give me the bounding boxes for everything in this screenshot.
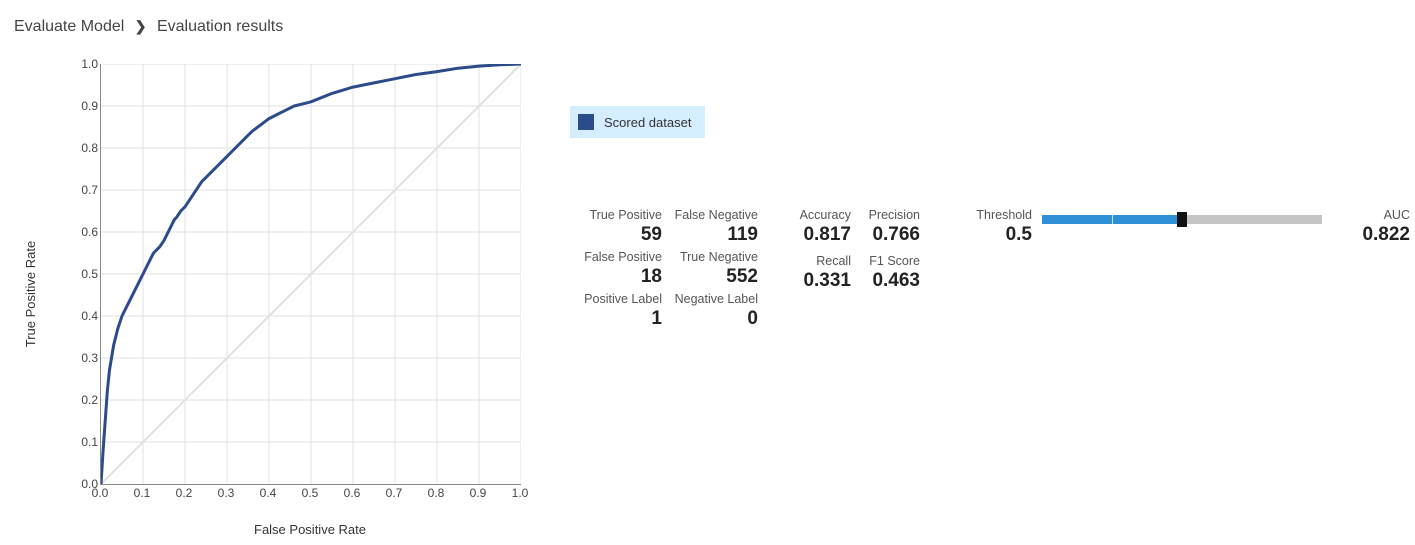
cm-negative-label: Negative Label 0 <box>666 292 758 330</box>
stat-f1-label: F1 Score <box>861 254 920 268</box>
metrics-row: True Positive 59 False Negative 119 Fals… <box>570 208 1410 330</box>
cm-tp-label: True Positive <box>570 208 662 222</box>
cm-pl-value: 1 <box>570 308 662 330</box>
auc-label: AUC <box>1340 208 1410 222</box>
cm-false-positive: False Positive 18 <box>570 250 662 288</box>
y-tick: 0.1 <box>70 435 98 449</box>
y-tick: 0.6 <box>70 225 98 239</box>
x-tick: 0.3 <box>218 486 235 500</box>
cm-tp-value: 59 <box>570 224 662 246</box>
threshold-label: Threshold <box>962 208 1032 222</box>
cm-nl-label: Negative Label <box>666 292 758 306</box>
x-tick: 0.9 <box>470 486 487 500</box>
stat-recall: Recall 0.331 <box>792 254 851 292</box>
cm-tn-value: 552 <box>666 266 758 288</box>
y-tick: 0.2 <box>70 393 98 407</box>
slider-thumb-icon[interactable] <box>1177 212 1187 227</box>
slider-notch <box>1112 215 1113 224</box>
y-tick: 0.3 <box>70 351 98 365</box>
x-tick: 0.2 <box>176 486 193 500</box>
x-axis-label: False Positive Rate <box>100 522 520 537</box>
stat-f1: F1 Score 0.463 <box>861 254 920 292</box>
stat-recall-label: Recall <box>792 254 851 268</box>
breadcrumb-item-evaluate-model[interactable]: Evaluate Model <box>14 18 124 35</box>
y-tick: 0.7 <box>70 183 98 197</box>
cm-nl-value: 0 <box>666 308 758 330</box>
cm-fn-label: False Negative <box>666 208 758 222</box>
stat-recall-value: 0.331 <box>792 270 851 292</box>
chevron-right-icon: ❯ <box>129 18 153 34</box>
legend-scored-dataset[interactable]: Scored dataset <box>570 106 705 138</box>
stat-accuracy-value: 0.817 <box>792 224 851 246</box>
cm-fp-value: 18 <box>570 266 662 288</box>
y-tick: 1.0 <box>70 57 98 71</box>
y-tick: 0.9 <box>70 99 98 113</box>
x-tick: 0.8 <box>428 486 445 500</box>
breadcrumb-item-evaluation-results: Evaluation results <box>157 18 283 35</box>
auc-value: 0.822 <box>1340 224 1410 246</box>
x-tick: 0.0 <box>92 486 109 500</box>
stat-accuracy-label: Accuracy <box>792 208 851 222</box>
auc-readout: AUC 0.822 <box>1340 208 1410 246</box>
x-axis-ticks: 0.00.10.20.30.40.50.60.70.80.91.0 <box>100 486 520 506</box>
x-tick: 0.6 <box>344 486 361 500</box>
threshold-value: 0.5 <box>962 224 1032 246</box>
roc-chart-panel: True Positive Rate 0.0 0.1 0.2 0.3 0.4 0.5 0.6… <box>20 44 540 544</box>
threshold-readout: Threshold 0.5 <box>962 208 1032 246</box>
y-axis-ticks: 0.00.10.20.30.40.50.60.70.80.91.0 <box>70 64 98 484</box>
cm-false-negative: False Negative 119 <box>666 208 758 246</box>
cm-tn-label: True Negative <box>666 250 758 264</box>
cm-true-negative: True Negative 552 <box>666 250 758 288</box>
x-tick: 0.4 <box>260 486 277 500</box>
cm-pl-label: Positive Label <box>570 292 662 306</box>
y-tick: 0.8 <box>70 141 98 155</box>
cm-fp-label: False Positive <box>570 250 662 264</box>
stat-accuracy: Accuracy 0.817 <box>792 208 851 246</box>
stat-col-1: Accuracy 0.817 Recall 0.331 <box>792 208 851 300</box>
roc-plot-area <box>100 64 521 485</box>
legend-label: Scored dataset <box>604 115 691 130</box>
y-tick: 0.5 <box>70 267 98 281</box>
breadcrumb: Evaluate Model ❯ Evaluation results <box>0 0 1415 36</box>
cm-fn-value: 119 <box>666 224 758 246</box>
cm-positive-label: Positive Label 1 <box>570 292 662 330</box>
y-axis-label: True Positive Rate <box>23 241 38 347</box>
stat-col-2: Precision 0.766 F1 Score 0.463 <box>861 208 920 300</box>
stat-f1-value: 0.463 <box>861 270 920 292</box>
cm-true-positive: True Positive 59 <box>570 208 662 246</box>
x-tick: 0.5 <box>302 486 319 500</box>
confusion-matrix: True Positive 59 False Negative 119 Fals… <box>570 208 758 330</box>
stat-precision: Precision 0.766 <box>861 208 920 246</box>
stat-precision-label: Precision <box>861 208 920 222</box>
y-tick: 0.4 <box>70 309 98 323</box>
threshold-slider[interactable] <box>1042 212 1322 226</box>
stat-precision-value: 0.766 <box>861 224 920 246</box>
x-tick: 0.7 <box>386 486 403 500</box>
x-tick: 1.0 <box>512 486 529 500</box>
legend-swatch-icon <box>578 114 594 130</box>
x-tick: 0.1 <box>134 486 151 500</box>
